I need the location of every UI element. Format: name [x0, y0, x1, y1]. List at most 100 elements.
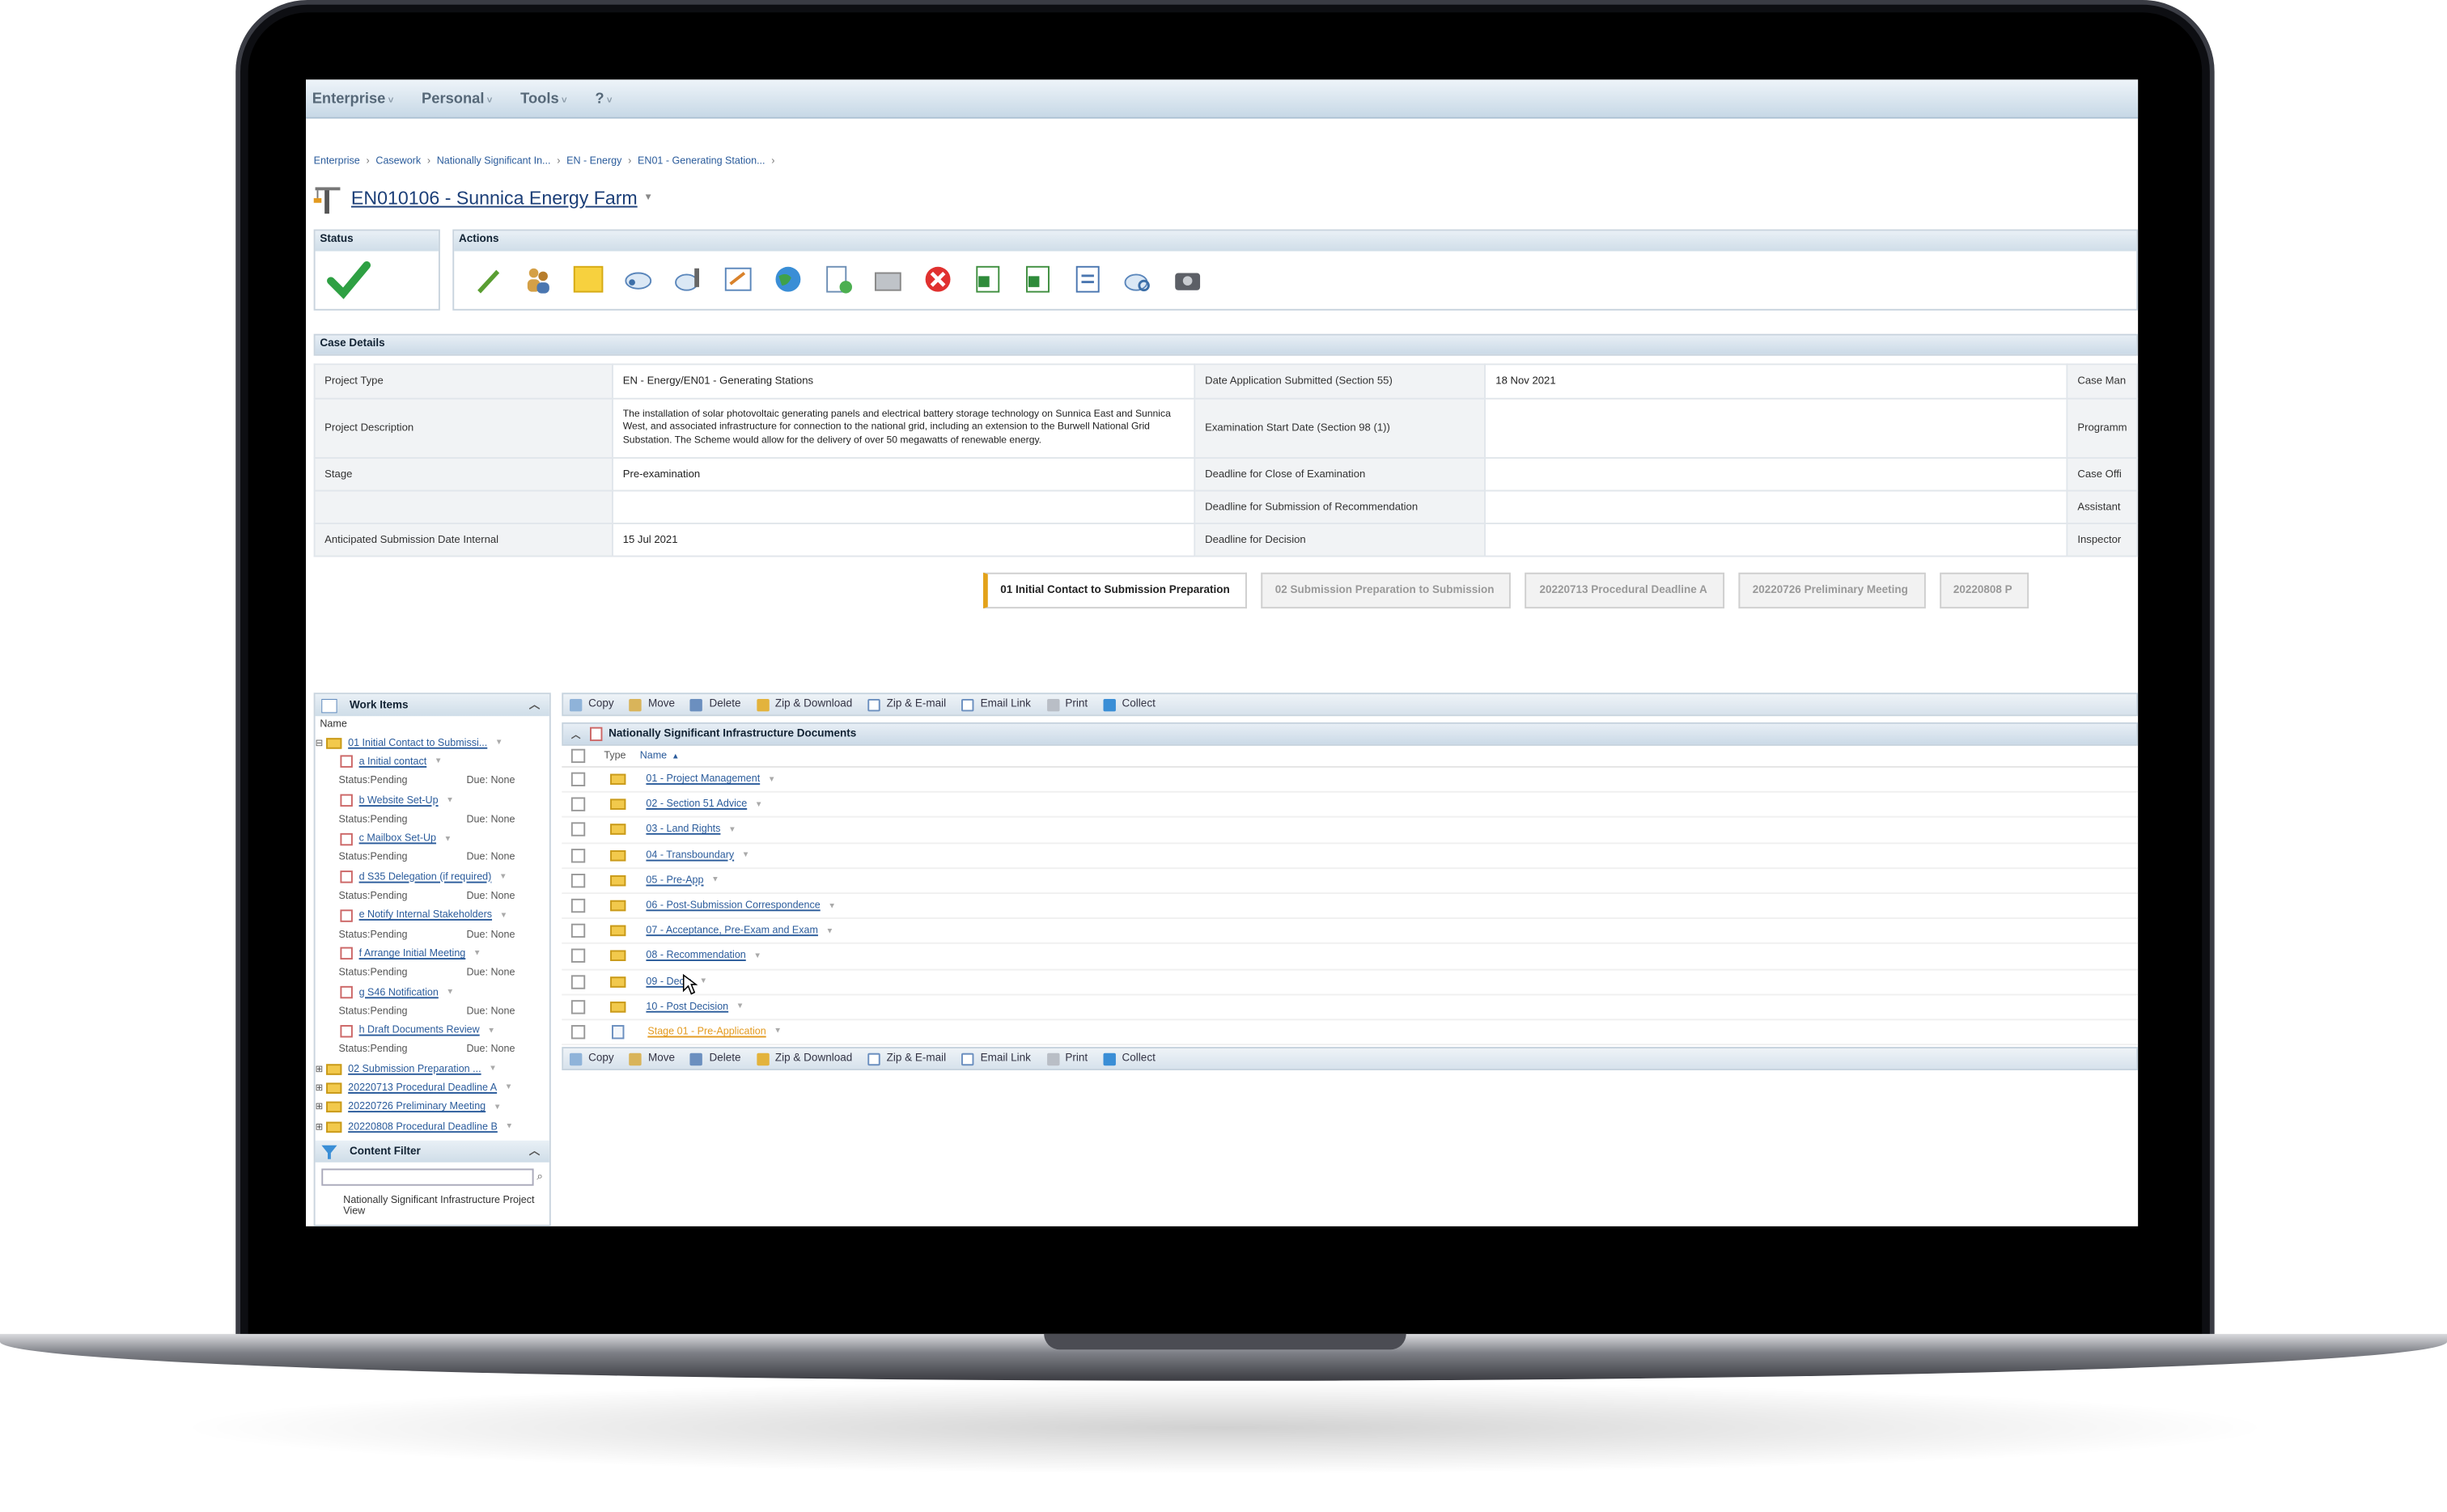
breadcrumb-item[interactable]: Casework	[375, 156, 421, 167]
document-link[interactable]: 05 - Pre-App	[646, 875, 703, 887]
chevron-down-icon[interactable]: ▼	[446, 988, 454, 997]
chevron-down-icon[interactable]: ▼	[505, 1083, 513, 1093]
document-link[interactable]: 07 - Acceptance, Pre-Exam and Exam	[646, 925, 818, 937]
row-checkbox[interactable]	[570, 873, 586, 888]
filter-search-input[interactable]	[321, 1168, 534, 1187]
document-row[interactable]: 05 - Pre-App ▼	[562, 869, 2139, 894]
collapse-icon[interactable]: ︿	[529, 697, 541, 713]
stage-step[interactable]: 02 Submission Preparation to Submission	[1261, 572, 1512, 609]
chevron-down-icon[interactable]: ▼	[494, 1103, 502, 1112]
sort-asc-icon[interactable]: ▲	[672, 752, 680, 761]
excel-icon[interactable]	[969, 260, 1005, 296]
document-link[interactable]: 03 - Land Rights	[646, 824, 720, 836]
document-row[interactable]: Stage 01 - Pre-Application ▼	[562, 1020, 2139, 1046]
document-link[interactable]: Stage 01 - Pre-Application	[647, 1027, 765, 1038]
copy-button[interactable]: Copy	[569, 698, 614, 711]
chevron-down-icon[interactable]: ▼	[736, 1002, 744, 1012]
users-icon[interactable]	[520, 260, 555, 296]
menu-tools[interactable]: Tools	[520, 90, 583, 107]
collect-button[interactable]: Collect	[1103, 1052, 1156, 1065]
work-item-link[interactable]: g S46 Notification	[359, 987, 439, 998]
collapse-icon[interactable]: ︿	[529, 1144, 541, 1159]
chevron-down-icon[interactable]: ▼	[643, 193, 652, 203]
document-row[interactable]: 02 - Section 51 Advice ▼	[562, 793, 2139, 819]
work-item[interactable]: a Initial contact ▼	[316, 752, 549, 772]
type-column[interactable]: Type	[604, 751, 639, 761]
row-checkbox[interactable]	[570, 924, 586, 938]
add-document-icon[interactable]	[819, 260, 855, 296]
document-row[interactable]: 01 - Project Management ▼	[562, 768, 2139, 794]
chevron-down-icon[interactable]: ▼	[435, 757, 443, 767]
zip-download-button[interactable]: Zip & Download	[756, 698, 852, 711]
menu-enterprise[interactable]: Enterprise	[312, 90, 409, 107]
work-group-closed[interactable]: ⊞ 20220808 Procedural Deadline B ▼	[316, 1117, 549, 1137]
document-link[interactable]: 06 - Post-Submission Correspondence	[646, 900, 820, 912]
email-link-button[interactable]: Email Link	[961, 698, 1031, 711]
document-row[interactable]: 09 - Decis ▼	[562, 970, 2139, 995]
breadcrumb-item[interactable]: Enterprise	[314, 156, 360, 167]
name-column[interactable]: Name	[640, 751, 667, 761]
email-link-button[interactable]: Email Link	[961, 1052, 1031, 1065]
work-item[interactable]: h Draft Documents Review ▼	[316, 1021, 549, 1040]
page-title[interactable]: EN010106 - Sunnica Energy Farm	[351, 187, 638, 209]
globe-icon[interactable]	[770, 260, 805, 296]
print-button[interactable]: Print	[1046, 1052, 1088, 1065]
chevron-down-icon[interactable]: ▼	[500, 911, 508, 921]
stage-step[interactable]: 20220713 Procedural Deadline A	[1525, 572, 1725, 609]
document-row[interactable]: 10 - Post Decision ▼	[562, 995, 2139, 1021]
chevron-down-icon[interactable]: ▼	[700, 976, 708, 986]
stage-step-active[interactable]: 01 Initial Contact to Submission Prepara…	[982, 572, 1247, 609]
row-checkbox[interactable]	[570, 772, 586, 787]
document-icon[interactable]	[1069, 260, 1105, 296]
chevron-down-icon[interactable]: ▼	[742, 850, 750, 860]
work-group-label[interactable]: 20220713 Procedural Deadline A	[348, 1082, 497, 1094]
collapse-icon[interactable]: ︿	[571, 727, 581, 741]
note-icon[interactable]	[570, 260, 605, 296]
search-cloud-icon[interactable]	[1119, 260, 1155, 296]
chevron-down-icon[interactable]: ▼	[753, 951, 761, 961]
row-checkbox[interactable]	[570, 949, 586, 964]
row-checkbox[interactable]	[570, 1025, 586, 1040]
work-group-open[interactable]: ⊟ 01 Initial Contact to Submissi... ▼	[316, 733, 549, 752]
work-item-link[interactable]: b Website Set-Up	[359, 795, 439, 807]
chevron-down-icon[interactable]: ▼	[489, 1065, 497, 1074]
work-group-label[interactable]: 20220726 Preliminary Meeting	[348, 1102, 486, 1113]
work-group-closed[interactable]: ⊞ 20220726 Preliminary Meeting ▼	[316, 1098, 549, 1117]
document-row[interactable]: 08 - Recommendation ▼	[562, 944, 2139, 970]
work-item-link[interactable]: d S35 Delegation (if required)	[359, 872, 492, 883]
print-button[interactable]: Print	[1046, 698, 1088, 711]
cancel-icon[interactable]	[919, 260, 955, 296]
zip-download-button[interactable]: Zip & Download	[756, 1052, 852, 1065]
breadcrumb-item[interactable]: EN - Energy	[566, 156, 621, 167]
tree-expand-icon[interactable]: ⊞	[316, 1082, 324, 1094]
work-group-closed[interactable]: ⊞ 20220713 Procedural Deadline A ▼	[316, 1078, 549, 1098]
stage-step[interactable]: 20220726 Preliminary Meeting	[1738, 572, 1926, 609]
menu-personal[interactable]: Personal	[422, 90, 508, 107]
work-item[interactable]: c Mailbox Set-Up ▼	[316, 829, 549, 849]
document-link[interactable]: 10 - Post Decision	[646, 1002, 728, 1013]
breadcrumb-item[interactable]: Nationally Significant In...	[437, 156, 551, 167]
excel-export-icon[interactable]	[1019, 260, 1054, 296]
row-checkbox[interactable]	[570, 798, 586, 812]
work-group-label[interactable]: 01 Initial Contact to Submissi...	[348, 738, 487, 748]
work-item[interactable]: b Website Set-Up ▼	[316, 791, 549, 811]
row-checkbox[interactable]	[570, 848, 586, 862]
work-item[interactable]: g S46 Notification ▼	[316, 983, 549, 1002]
chevron-down-icon[interactable]: ▼	[768, 775, 776, 785]
work-item-link[interactable]: c Mailbox Set-Up	[359, 833, 436, 845]
chevron-down-icon[interactable]: ▼	[826, 926, 834, 936]
people-link-icon[interactable]	[669, 260, 705, 296]
chevron-down-icon[interactable]: ▼	[499, 872, 507, 882]
document-row[interactable]: 06 - Post-Submission Correspondence ▼	[562, 894, 2139, 920]
chevron-down-icon[interactable]: ▼	[755, 800, 763, 810]
collect-button[interactable]: Collect	[1103, 698, 1156, 711]
row-checkbox[interactable]	[570, 974, 586, 989]
chevron-down-icon[interactable]: ▼	[473, 949, 481, 959]
tree-expand-icon[interactable]: ⊞	[316, 1121, 324, 1133]
cloud-link-icon[interactable]	[620, 260, 655, 296]
menu-help[interactable]: ?	[595, 90, 627, 107]
form-icon[interactable]	[719, 260, 755, 296]
document-link[interactable]: 01 - Project Management	[646, 774, 760, 786]
document-row[interactable]: 07 - Acceptance, Pre-Exam and Exam ▼	[562, 919, 2139, 945]
project-view-label[interactable]: Nationally Significant Infrastructure Pr…	[316, 1186, 549, 1218]
